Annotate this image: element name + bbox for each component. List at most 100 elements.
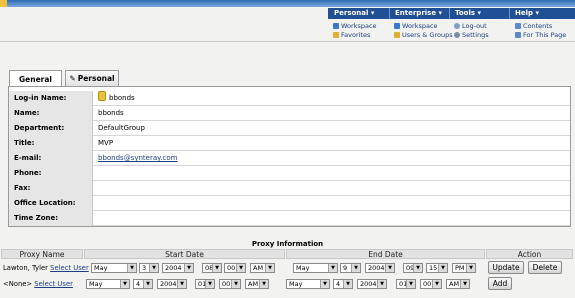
menu-bar: Personal ▾ Enterprise ▾ Tools ▾ Help ▾ <box>328 8 575 19</box>
chevron-down-icon: ▼ <box>460 280 469 288</box>
personal-favorites-link[interactable]: Favorites <box>333 31 370 39</box>
email-link[interactable]: bbonds@synteray.com <box>98 151 177 166</box>
chevron-down-icon: ▼ <box>236 264 245 272</box>
menu-tools[interactable]: Tools ▾ <box>455 9 481 17</box>
end-hour-select[interactable]: 09 ▼ <box>403 263 423 273</box>
favorites-icon <box>333 32 339 38</box>
chevron-down-icon: ▼ <box>177 280 186 288</box>
chevron-down-icon: ▼ <box>413 264 422 272</box>
chevron-down-icon: ▼ <box>259 280 268 288</box>
chevron-down-icon: ▼ <box>343 280 352 288</box>
field-label: Fax: <box>9 181 93 196</box>
chevron-down-icon: ▼ <box>438 264 447 272</box>
chevron-down-icon: ▼ <box>212 264 221 272</box>
select-user-link[interactable]: Select User <box>34 280 73 288</box>
start-hour-select[interactable]: 01 ▼ <box>195 279 215 289</box>
menu-enterprise[interactable]: Enterprise ▾ <box>395 9 442 17</box>
chevron-down-icon: ▼ <box>385 264 394 272</box>
end-year-select[interactable]: 2004 ▼ <box>357 279 387 289</box>
field-value-login: bbonds <box>98 91 135 106</box>
proxy-name: <None> <box>3 280 33 288</box>
start-month-select[interactable]: May ▼ <box>86 279 130 289</box>
proxy-header-end: End Date <box>286 249 485 259</box>
proxy-section-title: Proxy Information <box>251 240 324 248</box>
help-for-page-link[interactable]: For This Page <box>515 31 566 39</box>
tab-personal[interactable]: ✎ Personal <box>65 70 119 86</box>
field-row-email: E-mail: bbonds@synteray.com <box>9 151 570 166</box>
proxy-header-start: Start Date <box>84 249 285 259</box>
settings-icon <box>454 32 460 38</box>
chevron-down-icon: ▼ <box>120 280 129 288</box>
settings-link[interactable]: Settings <box>454 31 489 39</box>
field-value-department: DefaultGroup <box>98 124 145 132</box>
logout-link[interactable]: Log-out <box>454 22 487 30</box>
field-row-department: Department: DefaultGroup <box>9 121 570 136</box>
pencil-icon: ✎ <box>69 74 76 83</box>
field-row-name: Name: bbonds <box>9 106 570 121</box>
users-groups-icon <box>394 32 400 38</box>
start-hour-select[interactable]: 08 ▼ <box>202 263 222 273</box>
start-month-select[interactable]: May ▼ <box>91 263 137 273</box>
end-day-select[interactable]: 4 ▼ <box>333 279 353 289</box>
update-button[interactable]: Update <box>488 261 524 274</box>
chevron-down-icon: ▼ <box>205 280 214 288</box>
proxy-name-cell: Lawton, Tyler Select User <box>3 264 89 272</box>
start-minute-select[interactable]: 00 ▼ <box>219 279 241 289</box>
field-label: Department: <box>9 121 93 136</box>
enterprise-workspace-link[interactable]: Workspace <box>394 22 438 30</box>
end-ampm-select[interactable]: PM ▼ <box>452 263 476 273</box>
chevron-down-icon: ▼ <box>320 280 329 288</box>
workspace-icon <box>394 23 400 29</box>
chevron-down-icon: ▼ <box>328 264 337 272</box>
menu-personal[interactable]: Personal ▾ <box>334 9 374 17</box>
start-minute-select[interactable]: 00 ▼ <box>224 263 246 273</box>
end-ampm-select[interactable]: AM ▼ <box>446 279 470 289</box>
field-row-phone: Phone: <box>9 166 570 181</box>
field-label: Log-in Name: <box>9 91 93 106</box>
chevron-down-icon: ▼ <box>377 280 386 288</box>
end-month-select[interactable]: May ▼ <box>286 279 330 289</box>
start-day-select[interactable]: 3 ▼ <box>139 263 159 273</box>
delete-button[interactable]: Delete <box>528 261 562 274</box>
help-contents-link[interactable]: Contents <box>515 22 552 30</box>
field-value-title: MVP <box>98 139 114 147</box>
end-month-select[interactable]: May ▼ <box>293 263 338 273</box>
start-year-select[interactable]: 2004 ▼ <box>162 263 194 273</box>
user-icon <box>98 91 106 101</box>
logout-icon <box>454 23 460 29</box>
field-row-login: Log-in Name: bbonds <box>9 91 570 106</box>
proxy-name-cell: <None> Select User <box>3 280 73 288</box>
tab-general[interactable]: General <box>9 70 62 87</box>
select-user-link[interactable]: Select User <box>50 264 89 272</box>
field-label: Phone: <box>9 166 93 181</box>
start-year-select[interactable]: 2004 ▼ <box>157 279 187 289</box>
menu-help[interactable]: Help ▾ <box>515 9 539 17</box>
field-row-office: Office Location: <box>9 196 570 211</box>
chevron-down-icon: ▼ <box>265 264 274 272</box>
end-minute-select[interactable]: 00 ▼ <box>420 279 442 289</box>
end-hour-select[interactable]: 01 ▼ <box>396 279 416 289</box>
menu-separator <box>449 8 450 19</box>
end-day-select[interactable]: 9 ▼ <box>340 263 361 273</box>
end-year-select[interactable]: 2004 ▼ <box>365 263 395 273</box>
contents-icon <box>515 23 521 29</box>
start-day-select[interactable]: 4 ▼ <box>133 279 153 289</box>
proxy-header-name: Proxy Name <box>1 249 83 259</box>
start-ampm-select[interactable]: AM ▼ <box>245 279 269 289</box>
header-divider <box>0 41 575 42</box>
field-row-timezone: Time Zone: <box>9 211 570 226</box>
field-row-fax: Fax: <box>9 181 570 196</box>
add-button[interactable]: Add <box>488 277 512 290</box>
personal-workspace-link[interactable]: Workspace <box>333 22 377 30</box>
app-logo-corner <box>0 0 7 7</box>
chevron-down-icon: ▼ <box>149 264 158 272</box>
end-minute-select[interactable]: 15 ▼ <box>426 263 448 273</box>
field-value-name: bbonds <box>98 109 124 117</box>
field-label: Name: <box>9 106 93 121</box>
field-label: E-mail: <box>9 151 93 166</box>
users-groups-link[interactable]: Users & Groups <box>394 31 453 39</box>
chevron-down-icon: ▼ <box>127 264 136 272</box>
chevron-down-icon: ▼ <box>466 264 475 272</box>
chevron-down-icon: ▼ <box>143 280 152 288</box>
start-ampm-select[interactable]: AM ▼ <box>250 263 275 273</box>
